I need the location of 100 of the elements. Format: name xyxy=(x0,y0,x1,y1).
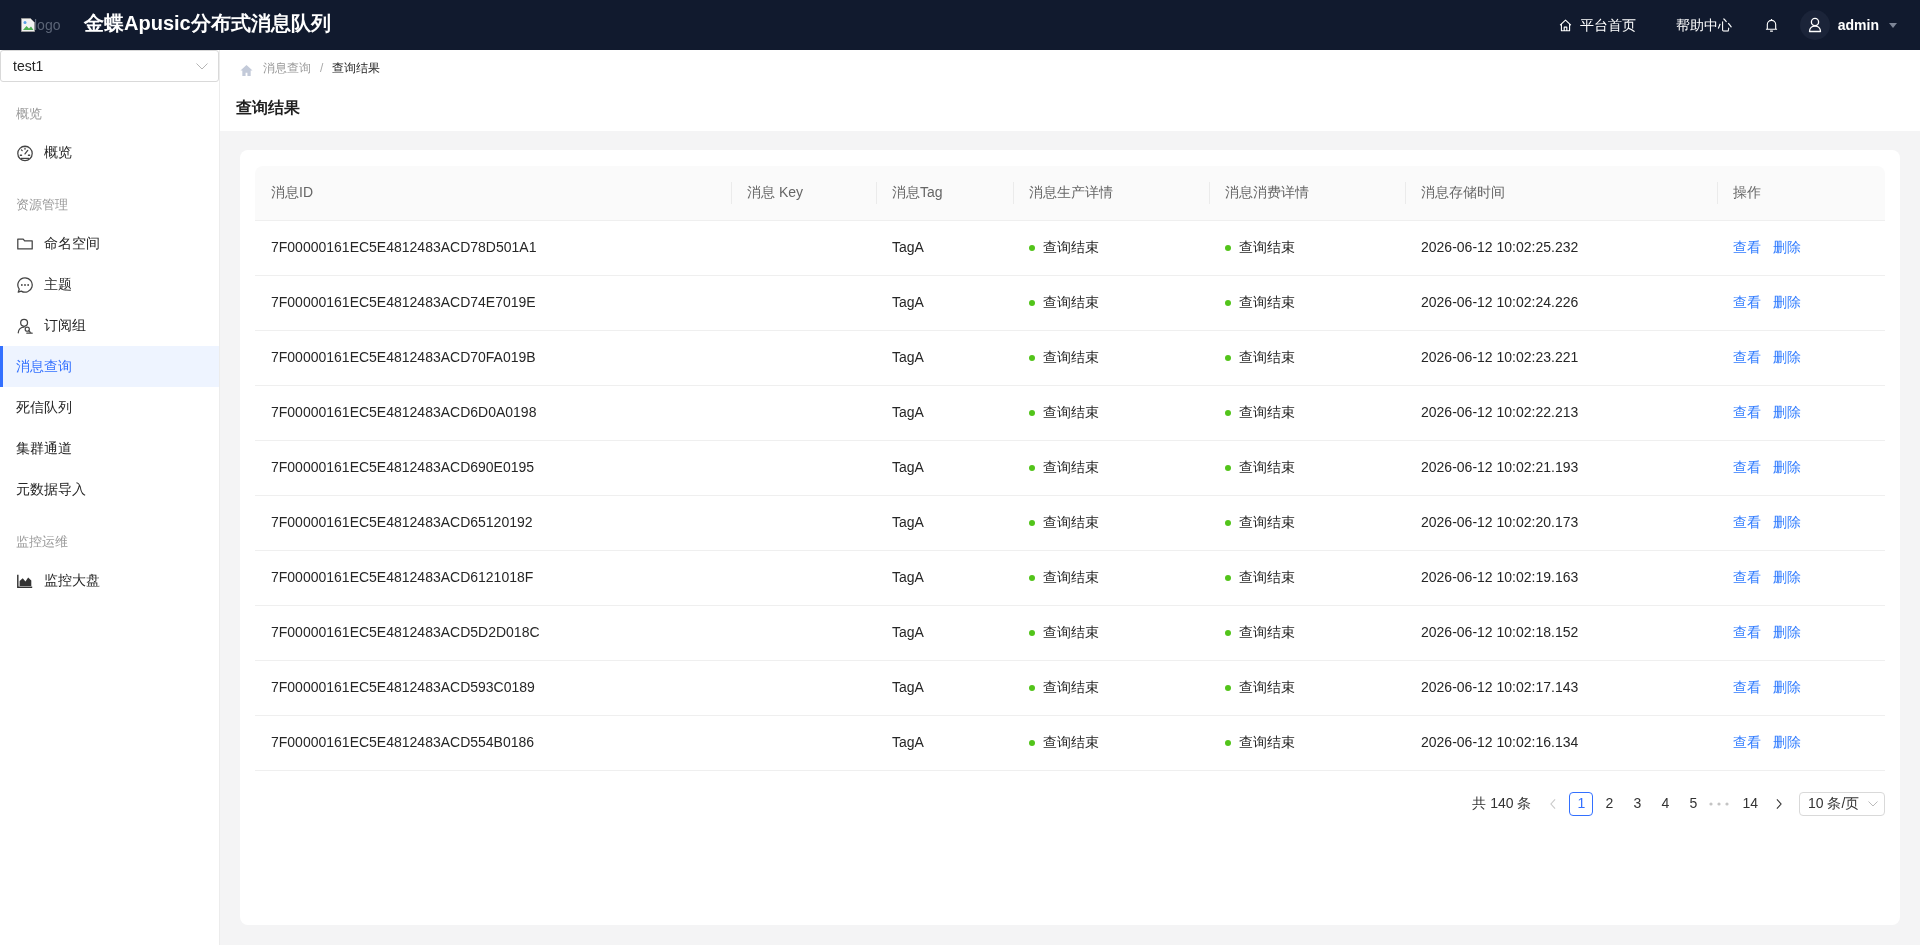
chevron-right-icon xyxy=(1776,798,1782,809)
view-link[interactable]: 查看 xyxy=(1733,402,1761,423)
status-text: 查询结束 xyxy=(1239,733,1295,752)
status-text: 查询结束 xyxy=(1043,568,1099,587)
breadcrumb-separator: / xyxy=(320,60,324,77)
bell-icon[interactable] xyxy=(1764,17,1778,33)
table-cell: 7F00000161EC5E4812483ACD70FA019B xyxy=(255,330,731,385)
menu-item[interactable]: 主题 xyxy=(0,264,219,305)
status-dot-icon xyxy=(1029,354,1035,361)
table-cell: 2026-06-12 10:02:17.143 xyxy=(1405,660,1717,715)
menu-item[interactable]: 元数据导入 xyxy=(0,469,219,510)
status-text: 查询结束 xyxy=(1043,238,1099,257)
gauge-icon xyxy=(16,143,34,162)
view-link[interactable]: 查看 xyxy=(1733,457,1761,478)
page-button[interactable]: 14 xyxy=(1737,791,1763,816)
table-cell: 7F00000161EC5E4812483ACD5D2D018C xyxy=(255,605,731,660)
table-cell: 2026-06-12 10:02:25.232 xyxy=(1405,220,1717,275)
delete-link[interactable]: 删除 xyxy=(1773,347,1801,368)
user-name[interactable]: admin xyxy=(1837,14,1879,36)
status-dot-icon xyxy=(1225,409,1231,416)
table-cell: TagA xyxy=(876,550,1013,605)
status-text: 查询结束 xyxy=(1043,403,1099,422)
table-cell: TagA xyxy=(876,605,1013,660)
section-label: 资源管理 xyxy=(15,196,69,215)
status-dot-icon xyxy=(1029,244,1035,251)
avatar-icon[interactable] xyxy=(1799,10,1830,40)
menu-item[interactable]: 命名空间 xyxy=(0,223,219,264)
delete-link[interactable]: 删除 xyxy=(1773,237,1801,258)
menu-item[interactable]: 概览 xyxy=(0,132,219,173)
table-cell: TagA xyxy=(876,330,1013,385)
status-text: 查询结束 xyxy=(1043,293,1099,312)
table-cell: TagA xyxy=(876,220,1013,275)
breadcrumb-link[interactable]: 消息查询 xyxy=(263,59,311,77)
menu-item[interactable]: 集群通道 xyxy=(0,428,219,469)
status-dot-icon xyxy=(1029,684,1035,691)
table-cell: 2026-06-12 10:02:18.152 xyxy=(1405,605,1717,660)
page-button[interactable]: 3 xyxy=(1625,791,1650,816)
page-button[interactable]: 2 xyxy=(1597,791,1622,816)
status-text: 查询结束 xyxy=(1043,348,1099,367)
table-cell: 2026-06-12 10:02:20.173 xyxy=(1405,495,1717,550)
chat-bubble-icon xyxy=(16,275,34,294)
status-text: 查询结束 xyxy=(1239,238,1295,257)
table-cell: TagA xyxy=(876,495,1013,550)
view-link[interactable]: 查看 xyxy=(1733,237,1761,258)
delete-link[interactable]: 删除 xyxy=(1773,457,1801,478)
status-dot-icon xyxy=(1225,464,1231,471)
view-link[interactable]: 查看 xyxy=(1733,677,1761,698)
delete-link[interactable]: 删除 xyxy=(1773,732,1801,753)
page-size-select[interactable]: 10 条/页 xyxy=(1799,791,1885,816)
menu-item[interactable]: 死信队列 xyxy=(0,387,219,428)
breadcrumb-current: 查询结果 xyxy=(332,60,381,77)
table-cell: TagA xyxy=(876,440,1013,495)
section-label: 概览 xyxy=(15,105,43,124)
column-header: 消息生产详情 xyxy=(1013,166,1209,220)
menu-item[interactable]: 消息查询 xyxy=(0,346,219,387)
view-link[interactable]: 查看 xyxy=(1733,292,1761,313)
page-button[interactable]: 4 xyxy=(1653,791,1678,816)
status-dot-icon xyxy=(1029,519,1035,526)
page-button[interactable]: 5 xyxy=(1681,791,1706,816)
menu-item[interactable]: 订阅组 xyxy=(0,305,219,346)
delete-link[interactable]: 删除 xyxy=(1773,622,1801,643)
menu-item[interactable]: 监控大盘 xyxy=(0,560,219,601)
chevron-down-icon xyxy=(1868,800,1878,807)
view-link[interactable]: 查看 xyxy=(1733,567,1761,588)
caret-down-icon[interactable] xyxy=(1889,22,1897,28)
delete-link[interactable]: 删除 xyxy=(1773,292,1801,313)
delete-link[interactable]: 删除 xyxy=(1773,567,1801,588)
chevron-down-icon xyxy=(196,62,208,70)
table-cell: TagA xyxy=(876,660,1013,715)
status-text: 查询结束 xyxy=(1239,403,1295,422)
delete-link[interactable]: 删除 xyxy=(1773,512,1801,533)
app-title: 金蝶Apusic分布式消息队列 xyxy=(84,12,331,34)
table-cell: 7F00000161EC5E4812483ACD690E0195 xyxy=(255,440,731,495)
view-link[interactable]: 查看 xyxy=(1733,347,1761,368)
view-link[interactable]: 查看 xyxy=(1733,622,1761,643)
status-dot-icon xyxy=(1225,299,1231,306)
table-cell: TagA xyxy=(876,715,1013,770)
column-header: 消息ID xyxy=(255,166,731,220)
column-header: 操作 xyxy=(1717,166,1885,220)
status-dot-icon xyxy=(1225,629,1231,636)
nav-link[interactable]: 帮助中心 xyxy=(1675,14,1732,36)
delete-link[interactable]: 删除 xyxy=(1773,402,1801,423)
status-dot-icon xyxy=(1225,739,1231,746)
page-title: 查询结果 xyxy=(236,98,301,118)
table-cell: 7F00000161EC5E4812483ACD74E7019E xyxy=(255,275,731,330)
view-link[interactable]: 查看 xyxy=(1733,512,1761,533)
status-text: 查询结束 xyxy=(1043,623,1099,642)
status-text: 查询结束 xyxy=(1043,513,1099,532)
view-link[interactable]: 查看 xyxy=(1733,732,1761,753)
status-dot-icon xyxy=(1029,409,1035,416)
status-dot-icon xyxy=(1225,244,1231,251)
nav-link[interactable]: 平台首页 xyxy=(1558,14,1636,36)
table-cell: TagA xyxy=(876,275,1013,330)
table-cell: 7F00000161EC5E4812483ACD593C0189 xyxy=(255,660,731,715)
page-button[interactable]: 1 xyxy=(1569,791,1594,816)
cluster-select[interactable]: test1 xyxy=(0,50,219,82)
status-text: 查询结束 xyxy=(1239,568,1295,587)
delete-link[interactable]: 删除 xyxy=(1773,677,1801,698)
table-cell: 2026-06-12 10:02:16.134 xyxy=(1405,715,1717,770)
status-dot-icon xyxy=(1029,574,1035,581)
